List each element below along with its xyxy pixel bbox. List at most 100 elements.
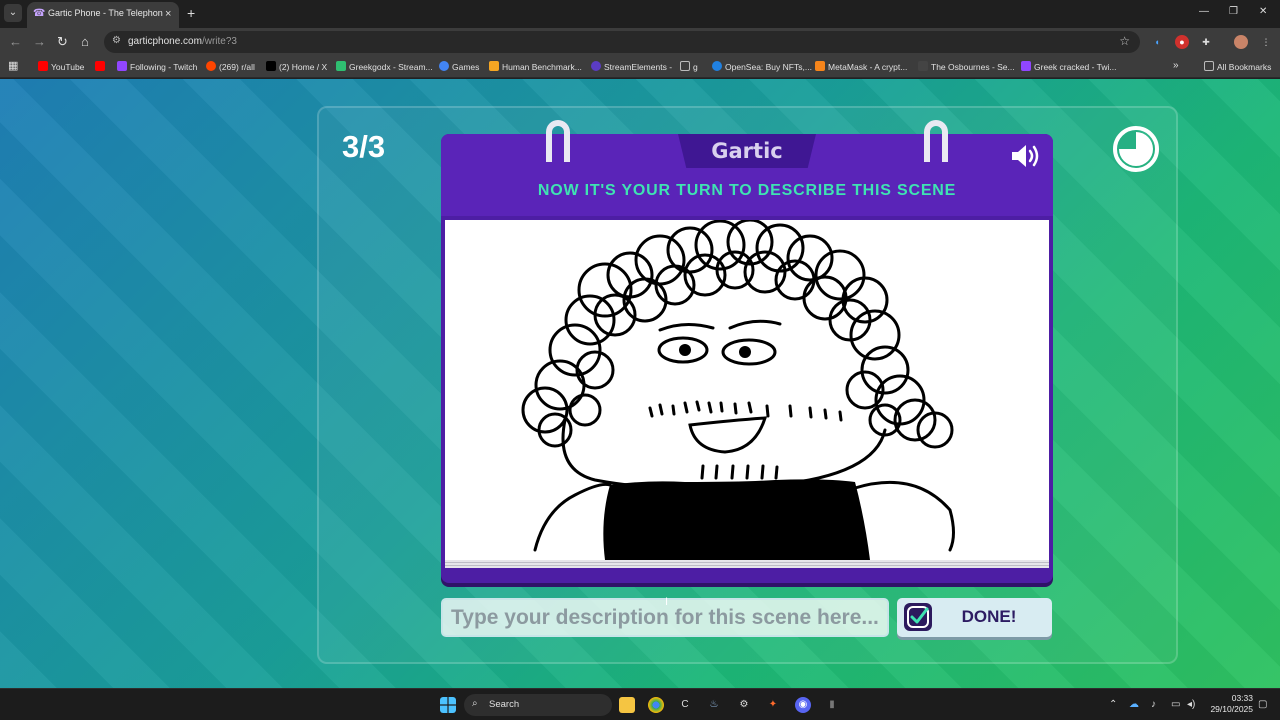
bookmark-osbournes[interactable]: The Osbournes - Se... bbox=[918, 61, 1015, 72]
all-bookmarks-folder[interactable]: All Bookmarks bbox=[1204, 61, 1271, 72]
twitch-icon bbox=[1021, 61, 1031, 71]
reload-icon[interactable]: ↻ bbox=[57, 34, 68, 50]
minimize-button[interactable]: — bbox=[1199, 6, 1209, 17]
game-page: 3/3 Gartic NOW IT'S YOUR TURN TO DESCRIB… bbox=[0, 79, 1280, 688]
forward-arrow-icon[interactable]: → bbox=[33, 34, 46, 50]
maximize-button[interactable]: ❐ bbox=[1229, 6, 1238, 17]
bookmark-games[interactable]: Games bbox=[439, 61, 479, 72]
address-bar[interactable]: ⚙ garticphone.com/write?3 ☆ bbox=[104, 31, 1140, 53]
bookmark-folder-g[interactable]: g bbox=[680, 61, 698, 72]
face-outline bbox=[561, 418, 887, 491]
scene-notebook: Gartic NOW IT'S YOUR TURN TO DESCRIBE TH… bbox=[441, 120, 1053, 583]
steam-icon[interactable]: ♨ bbox=[706, 697, 722, 713]
windows-taskbar: ⌕ Search C ♨ ⚙ ✦ ◉ ▮ ⌃ ☁ ♪ ▭ ◂) 03:33 29… bbox=[0, 688, 1280, 720]
done-label: DONE! bbox=[961, 607, 1017, 626]
twitch-icon bbox=[117, 61, 127, 71]
bookmark-greek-cracked[interactable]: Greek cracked - Twi... bbox=[1021, 61, 1117, 72]
system-clock[interactable]: 03:33 29/10/2025 bbox=[1205, 693, 1253, 715]
notebook-ring-left bbox=[546, 120, 570, 162]
bookmark-human-benchmark[interactable]: Human Benchmark... bbox=[489, 61, 582, 72]
bookmark-twitch[interactable]: Following - Twitch bbox=[117, 61, 197, 72]
file-explorer-icon[interactable] bbox=[619, 697, 635, 713]
url-text: garticphone.com/write?3 bbox=[128, 36, 237, 47]
volume-icon[interactable]: ◂) bbox=[1187, 699, 1195, 710]
search-icon: ⌕ bbox=[472, 698, 478, 709]
windows-start-icon[interactable] bbox=[440, 697, 456, 713]
right-pupil bbox=[739, 346, 751, 358]
discord-icon[interactable]: ◉ bbox=[795, 697, 811, 713]
bookmark-greekgodx[interactable]: Greekgodx - Stream... bbox=[336, 61, 433, 72]
tray-overflow-icon[interactable]: ⌃ bbox=[1109, 699, 1117, 710]
tab-search-menu-button[interactable]: ⌄ bbox=[4, 4, 22, 22]
youtube-icon bbox=[95, 61, 105, 71]
close-window-button[interactable]: ✕ bbox=[1259, 6, 1267, 17]
clock-time: 03:33 bbox=[1231, 693, 1253, 703]
profile-avatar[interactable] bbox=[1234, 35, 1248, 49]
youtube-icon bbox=[38, 61, 48, 71]
text-cursor-icon: I bbox=[665, 596, 669, 608]
chin-stubble bbox=[700, 464, 779, 480]
scene-drawing bbox=[521, 220, 955, 560]
opensea-icon bbox=[712, 61, 722, 71]
bookmark-youtube-2[interactable] bbox=[95, 61, 108, 72]
black-shirt bbox=[603, 479, 870, 560]
clock-date: 29/10/2025 bbox=[1210, 704, 1253, 714]
back-arrow-icon[interactable]: ← bbox=[9, 34, 22, 50]
notebook-pages-edge bbox=[445, 560, 1049, 568]
reddit-icon bbox=[206, 61, 216, 71]
lightning-icon bbox=[489, 61, 499, 71]
hair-curls bbox=[521, 220, 954, 449]
browser-tab-active[interactable]: ☎ Gartic Phone - The Telephone G × bbox=[27, 2, 179, 28]
round-counter: 3/3 bbox=[342, 129, 386, 164]
folder-icon bbox=[680, 61, 690, 71]
microphone-icon[interactable]: ♪ bbox=[1151, 699, 1156, 710]
bookmark-x[interactable]: (2) Home / X bbox=[266, 61, 327, 72]
metamask-icon bbox=[815, 61, 825, 71]
chrome-icon[interactable] bbox=[648, 697, 664, 713]
done-button[interactable]: DONE! bbox=[897, 598, 1052, 637]
site-info-icon[interactable]: ⚙ bbox=[112, 35, 121, 46]
extensions-puzzle-icon[interactable]: ✚ bbox=[1199, 35, 1213, 49]
google-icon bbox=[439, 61, 449, 71]
new-tab-button[interactable]: + bbox=[187, 5, 195, 21]
drawing-canvas bbox=[445, 220, 1049, 560]
more-bookmarks-icon[interactable]: » bbox=[1173, 60, 1179, 71]
notebook-ring-right bbox=[924, 120, 948, 162]
speaker-icon[interactable] bbox=[1009, 142, 1043, 170]
bookmark-star-icon[interactable]: ☆ bbox=[1119, 34, 1130, 48]
tab-title: Gartic Phone - The Telephone G bbox=[48, 8, 163, 18]
left-eyebrow bbox=[658, 323, 715, 332]
streamelements-icon bbox=[591, 61, 601, 71]
tab-close-icon[interactable]: × bbox=[165, 7, 171, 21]
browser-menu-icon[interactable]: ⋮ bbox=[1259, 35, 1273, 49]
phone-icon: ☎ bbox=[33, 8, 46, 19]
extension-audio-icon[interactable]: ◖ bbox=[1150, 35, 1164, 49]
apps-grid-icon[interactable]: ▦ bbox=[8, 59, 18, 72]
extension-shield-icon[interactable]: ● bbox=[1175, 35, 1189, 49]
right-shoulder bbox=[853, 480, 955, 552]
onedrive-icon[interactable]: ☁ bbox=[1129, 699, 1139, 710]
osbournes-icon bbox=[918, 61, 928, 71]
bookmark-opensea[interactable]: OpenSea: Buy NFTs,... bbox=[712, 61, 812, 72]
stream-icon bbox=[336, 61, 346, 71]
settings-app-icon[interactable]: ⚙ bbox=[736, 697, 752, 713]
game-launcher-icon[interactable]: ✦ bbox=[765, 697, 781, 713]
browser-tab-strip: ⌄ ☎ Gartic Phone - The Telephone G × + —… bbox=[0, 0, 1280, 28]
checkmark-icon bbox=[904, 603, 932, 631]
notifications-icon[interactable]: ▢ bbox=[1258, 699, 1267, 710]
ccleaner-icon[interactable]: C bbox=[677, 697, 693, 713]
bookmark-metamask[interactable]: MetaMask - A crypt... bbox=[815, 61, 907, 72]
home-icon[interactable]: ⌂ bbox=[81, 34, 89, 50]
x-icon bbox=[266, 61, 276, 71]
bookmark-youtube[interactable]: YouTube bbox=[38, 61, 84, 72]
mouth bbox=[688, 416, 768, 454]
right-eyebrow bbox=[728, 319, 782, 330]
pinned-app-icon[interactable]: ▮ bbox=[824, 697, 840, 713]
mustache-stubble bbox=[648, 400, 843, 422]
taskbar-search[interactable]: ⌕ Search bbox=[464, 694, 612, 716]
bookmark-reddit[interactable]: (269) r/all bbox=[206, 61, 255, 72]
bookmarks-bar: ▦ YouTube Following - Twitch (269) r/all… bbox=[0, 56, 1280, 78]
folder-icon bbox=[1204, 61, 1214, 71]
bookmark-streamelements[interactable]: StreamElements - bbox=[591, 61, 672, 72]
network-icon[interactable]: ▭ bbox=[1171, 699, 1180, 710]
